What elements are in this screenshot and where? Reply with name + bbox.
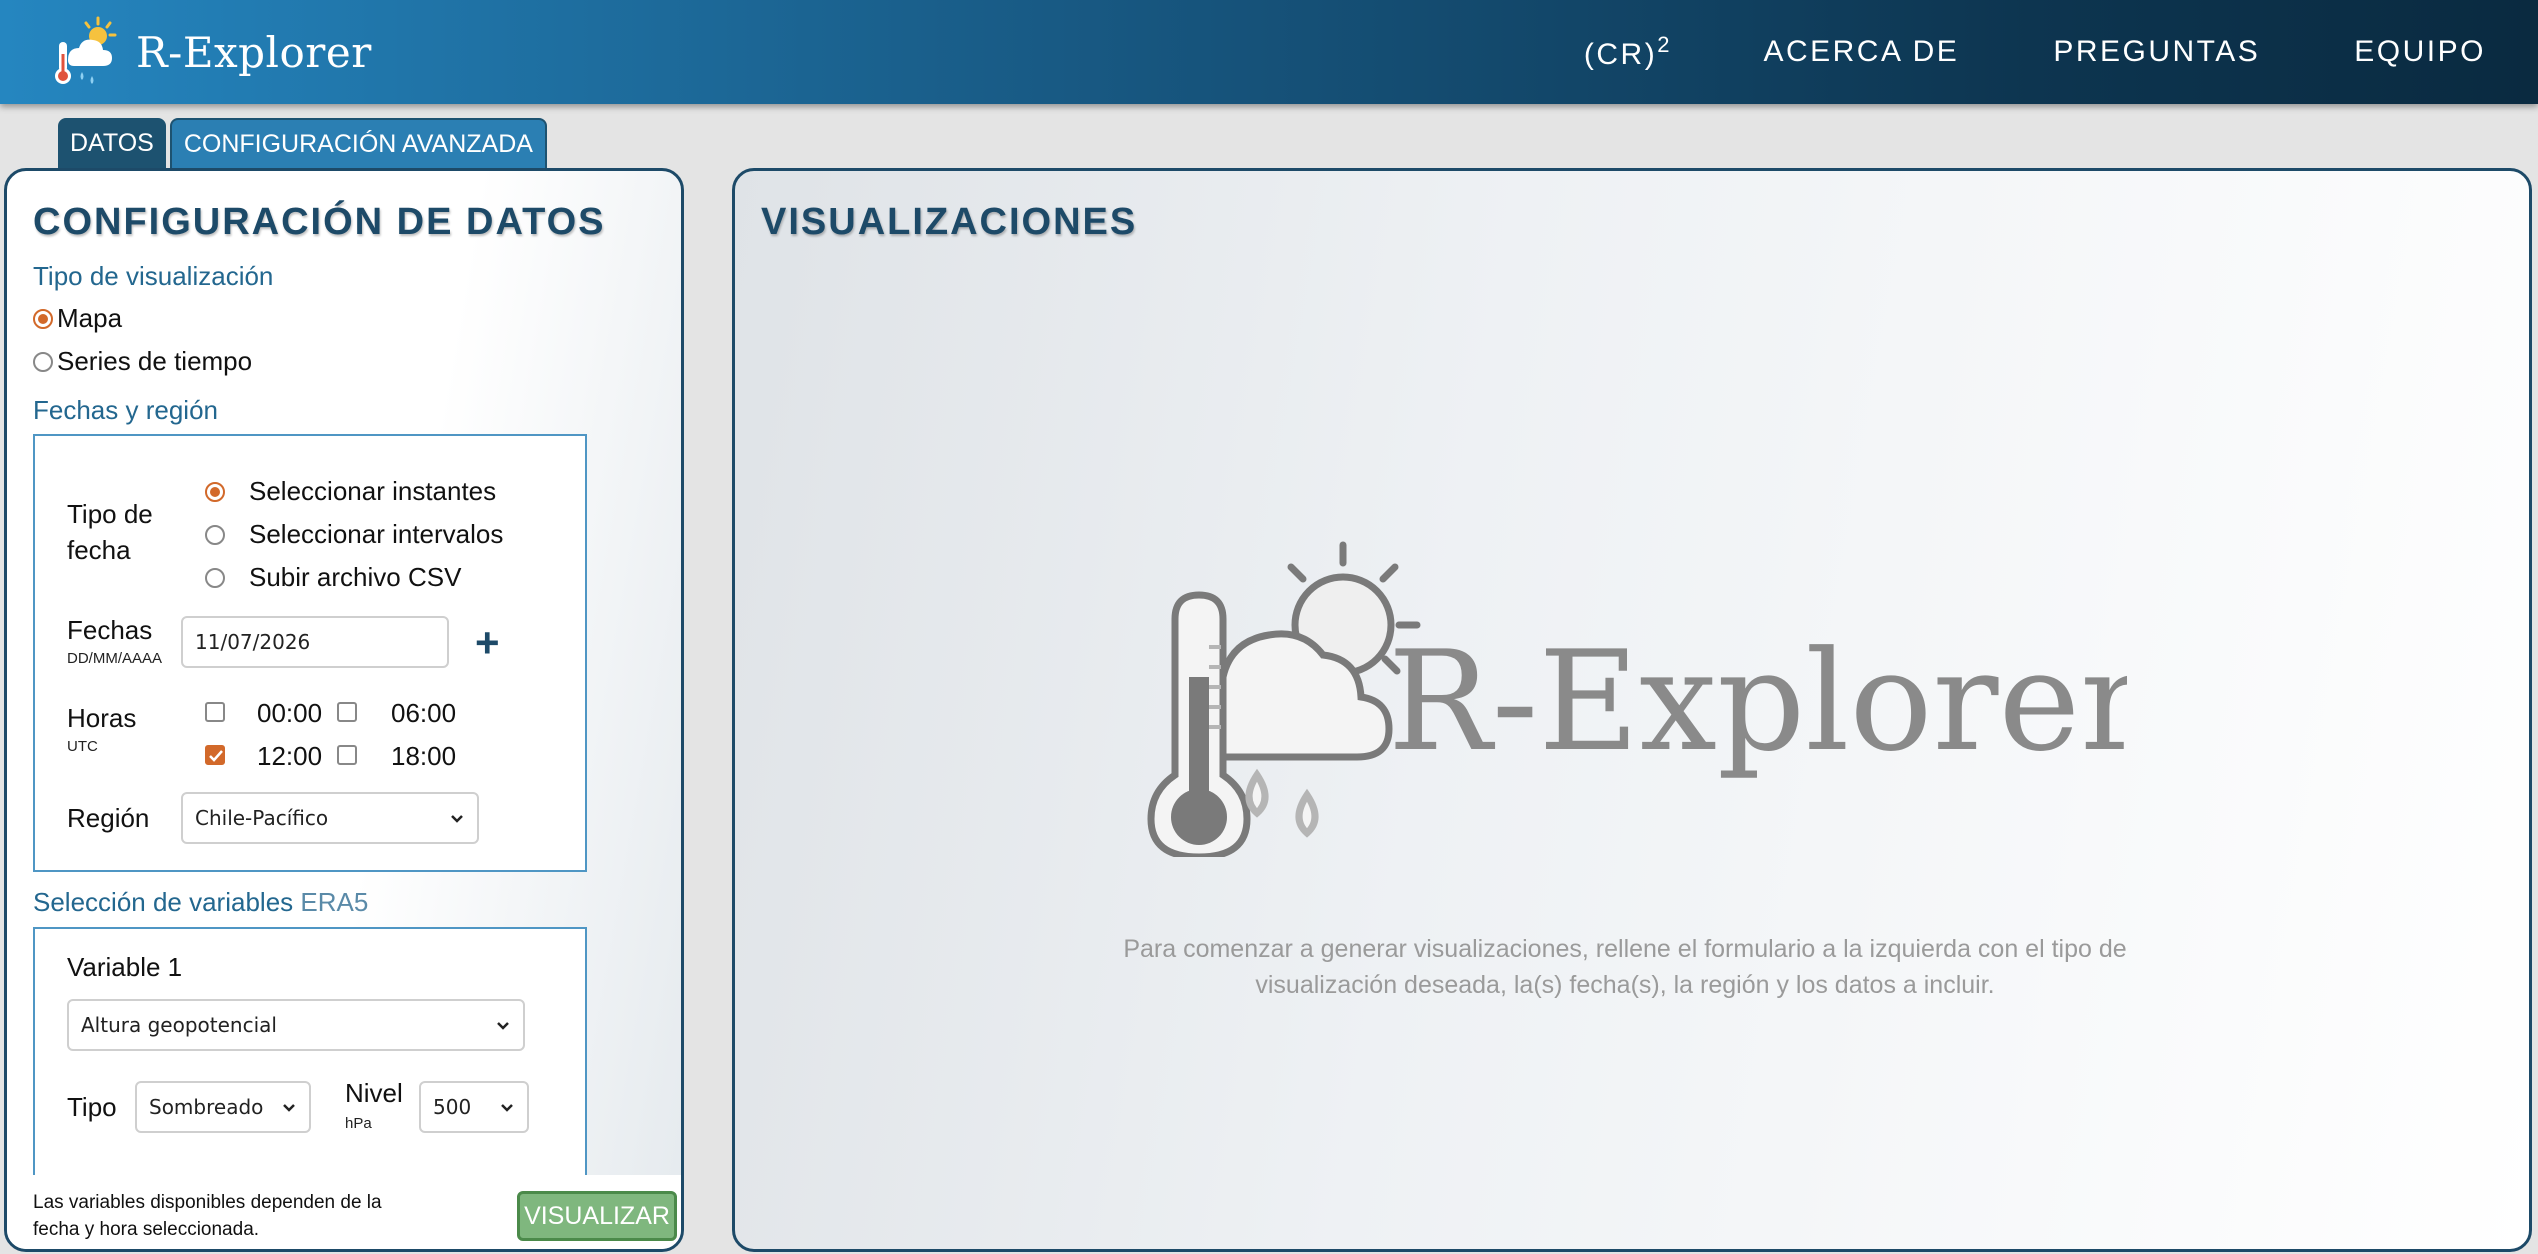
tipo-select-value: Sombreado (149, 1095, 264, 1119)
hours-label: Horas (67, 703, 137, 733)
chevron-down-icon (451, 815, 463, 823)
chevron-down-icon (501, 1104, 513, 1112)
variables-box: Variable 1 Altura geopotencial Tipo Somb… (33, 927, 587, 1187)
region-select-value: Chile-Pacífico (195, 806, 329, 830)
brand-name: R-Explorer (136, 27, 372, 77)
radio-mapa[interactable]: Mapa (33, 303, 122, 334)
radio-intervalos-label: Seleccionar intervalos (249, 519, 504, 549)
top-navbar: R-Explorer (CR)2 ACERCA DE PREGUNTAS EQU… (0, 0, 2538, 104)
checkbox-hour-0600[interactable] (337, 702, 357, 722)
nav-cr2-label: (CR) (1583, 38, 1658, 71)
radio-seleccionar-intervalos[interactable]: Seleccionar intervalos (205, 519, 503, 550)
variables-source: ERA5 (300, 887, 369, 917)
variable1-select[interactable]: Altura geopotencial (67, 999, 525, 1051)
viz-type-label: Tipo de visualización (33, 261, 274, 291)
panel-title: CONFIGURACIÓN DE DATOS (33, 201, 606, 243)
weather-logo-icon (55, 16, 117, 84)
visualizations-title: VISUALIZACIONES (761, 201, 1138, 243)
radio-instantes-indicator[interactable] (205, 481, 225, 502)
dates-format: DD/MM/AAAA (67, 650, 163, 667)
hours-unit: UTC (67, 738, 98, 755)
dates-region-box: Tipo de fecha Seleccionar instantes Sele… (33, 434, 587, 872)
nav-preguntas[interactable]: PREGUNTAS (2053, 35, 2260, 69)
dates-section-label: Fechas y región (33, 395, 218, 425)
date-type-label: Tipo de fecha (67, 499, 153, 565)
nivel-label: Nivel (345, 1078, 403, 1108)
radio-seleccionar-instantes[interactable]: Seleccionar instantes (205, 476, 496, 507)
chevron-down-icon (497, 1022, 509, 1030)
date-input[interactable]: 11/07/2026 (181, 616, 449, 668)
add-date-icon[interactable]: + (475, 622, 500, 664)
radio-mapa-label: Mapa (57, 303, 123, 333)
nav-acerca-de[interactable]: ACERCA DE (1763, 35, 1959, 69)
radio-intervalos-indicator[interactable] (205, 524, 225, 545)
hour-0600-label: 06:00 (391, 698, 457, 728)
main-nav: (CR)2 ACERCA DE PREGUNTAS EQUIPO (1584, 0, 2486, 104)
nav-cr2[interactable]: (CR)2 (1584, 32, 1670, 72)
radio-csv-label: Subir archivo CSV (249, 562, 462, 592)
checkbox-hour-1800[interactable] (337, 745, 357, 765)
nivel-select-value: 500 (433, 1095, 472, 1119)
chevron-down-icon (283, 1104, 295, 1112)
brand[interactable]: R-Explorer (52, 12, 372, 92)
nivel-select[interactable]: 500 (419, 1081, 529, 1133)
variables-label: Selección de variables ERA5 (33, 887, 368, 918)
hour-1200-label: 12:00 (257, 741, 323, 771)
hour-0000-label: 00:00 (257, 698, 323, 728)
checkbox-hour-1200[interactable] (205, 745, 225, 765)
placeholder-logo-text: R-Explorer (1388, 621, 2127, 782)
variables-footer-note: Las variables disponibles dependen de la… (33, 1192, 382, 1240)
visualizations-hint: Para comenzar a generar visualizaciones,… (1123, 935, 2127, 999)
check-icon (209, 750, 223, 762)
radio-subir-archivo-csv[interactable]: Subir archivo CSV (205, 562, 461, 593)
r-explorer-placeholder-logo: R-Explorer (1147, 541, 2127, 857)
tab-datos[interactable]: DATOS (58, 118, 166, 168)
nav-cr2-superscript: 2 (1657, 32, 1670, 57)
radio-series-indicator[interactable] (33, 351, 53, 372)
region-label: Región (67, 803, 150, 833)
radio-instantes-label: Seleccionar instantes (249, 476, 497, 506)
thermometer-mercury (1189, 677, 1209, 817)
data-config-panel: CONFIGURACIÓN DE DATOS Tipo de visualiza… (4, 168, 684, 1252)
checkbox-hour-0000[interactable] (205, 702, 225, 722)
radio-mapa-indicator[interactable] (33, 308, 53, 329)
radio-csv-indicator[interactable] (205, 567, 225, 588)
tipo-label: Tipo (67, 1092, 117, 1122)
radio-series-label: Series de tiempo (57, 346, 253, 376)
nav-equipo[interactable]: EQUIPO (2354, 35, 2486, 69)
variable1-select-value: Altura geopotencial (81, 1013, 277, 1037)
visualizations-panel: VISUALIZACIONES R-Explorer Para comenzar… (732, 168, 2532, 1252)
region-select[interactable]: Chile-Pacífico (181, 792, 479, 844)
config-tabs: DATOS CONFIGURACIÓN AVANZADA (58, 118, 547, 168)
tipo-select[interactable]: Sombreado (135, 1081, 311, 1133)
hour-1800-label: 18:00 (391, 741, 457, 771)
visualizar-button[interactable]: VISUALIZAR (517, 1191, 677, 1241)
radio-series-de-tiempo[interactable]: Series de tiempo (33, 346, 252, 377)
nivel-unit: hPa (345, 1115, 372, 1132)
tab-configuracion-avanzada[interactable]: CONFIGURACIÓN AVANZADA (169, 118, 547, 168)
variable1-label: Variable 1 (67, 952, 183, 982)
variables-label-text: Selección de variables (33, 887, 294, 917)
dates-label: Fechas (67, 615, 153, 645)
